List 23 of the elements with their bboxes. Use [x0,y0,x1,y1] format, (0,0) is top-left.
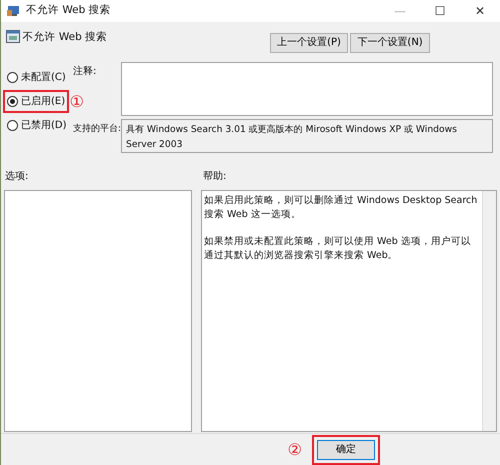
policy-icon [6,30,20,43]
ok-button[interactable]: 确定 [317,440,375,460]
maximize-button[interactable]: ☐ [420,2,460,20]
policy-title: 不允许 Web 搜索 [22,30,108,45]
platform-text: 具有 Windows Search 3.01 或更高版本的 Mirosoft Windows XP 或 Windows Server 2003 [121,119,493,153]
state-radio[interactable]: 已禁用(D) [5,116,69,135]
state-radio[interactable]: 已启用(E) [5,92,68,111]
state-radio[interactable]: 未配置(C) [5,68,68,87]
help-paragraph: 如果禁用或未配置此策略，则可以使用 Web 选项，用户可以通过其默认的浏览器搜索引擎来搜索 Web。 [204,235,472,263]
platform-label: 支持的平台: [73,122,121,136]
window-title: 不允许 Web 搜索 [26,3,111,18]
comment-label: 注释: [73,64,98,79]
help-label: 帮助: [203,170,226,184]
step-marker: ① [70,94,84,110]
help-paragraph: 如果启用此策略，则可以删除通过 Windows Desktop Search 搜索 Web 这一选项。 [204,194,478,222]
app-icon [7,5,21,17]
close-button[interactable]: ✕ [460,2,500,20]
scrollbar[interactable] [482,191,496,431]
step-marker: ② [288,442,302,458]
comment-field[interactable] [121,62,493,116]
nav-button[interactable]: 上一个设置(P) [270,33,348,53]
nav-button[interactable]: 下一个设置(N) [350,33,430,53]
options-label: 选项: [5,170,30,184]
